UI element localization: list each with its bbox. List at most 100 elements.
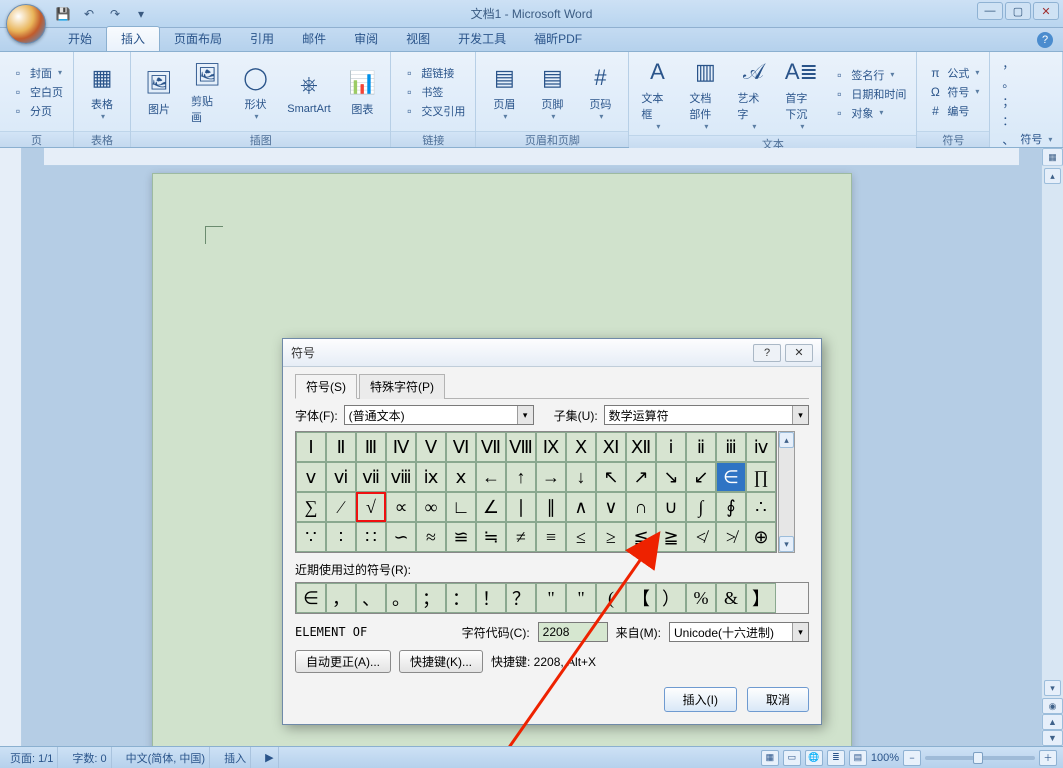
status-page[interactable]: 页面: 1/1: [6, 747, 58, 768]
recent-symbol-cell[interactable]: ？: [506, 583, 536, 613]
recent-symbol-cell[interactable]: 】: [746, 583, 776, 613]
browse-object-button[interactable]: ▲: [1042, 714, 1063, 730]
ruler-toggle[interactable]: ▦: [1042, 148, 1063, 166]
symbol-cell[interactable]: ∝: [386, 492, 416, 522]
prev-page-button[interactable]: ◉: [1042, 698, 1063, 714]
symbol-cell[interactable]: ∟: [446, 492, 476, 522]
symbol-cell[interactable]: ≈: [416, 522, 446, 552]
symbol-cell[interactable]: ↗: [626, 462, 656, 492]
recent-symbol-cell[interactable]: &: [716, 583, 746, 613]
symbol-cell[interactable]: Ⅰ: [296, 432, 326, 462]
tab-插入[interactable]: 插入: [106, 26, 160, 51]
symbol-cell[interactable]: ⅳ: [746, 432, 776, 462]
symbol-cell[interactable]: ←: [476, 462, 506, 492]
symbol-cell[interactable]: ⅷ: [386, 462, 416, 492]
ribbon-交叉引用[interactable]: ▫交叉引用: [397, 102, 469, 120]
cancel-button[interactable]: 取消: [747, 687, 809, 712]
symbol-cell[interactable]: ⅸ: [416, 462, 446, 492]
tab-审阅[interactable]: 审阅: [340, 27, 392, 51]
symbol-cell[interactable]: ↖: [596, 462, 626, 492]
symbol-cell[interactable]: Ⅴ: [416, 432, 446, 462]
recent-symbol-cell[interactable]: ": [536, 583, 566, 613]
tab-开发工具[interactable]: 开发工具: [444, 27, 520, 51]
status-words[interactable]: 字数: 0: [68, 747, 111, 768]
symbol-cell[interactable]: Ⅶ: [476, 432, 506, 462]
ribbon-页码[interactable]: #页码: [578, 60, 622, 123]
symbol-cell[interactable]: ∫: [686, 492, 716, 522]
view-print-layout[interactable]: ▦: [761, 750, 779, 766]
office-button[interactable]: [6, 4, 46, 44]
dialog-help-button[interactable]: ?: [753, 344, 781, 362]
symbol-cell[interactable]: Ⅹ: [566, 432, 596, 462]
symbol-cell[interactable]: ↘: [656, 462, 686, 492]
zoom-value[interactable]: 100%: [871, 752, 899, 764]
ribbon-日期和时间[interactable]: ▫日期和时间: [827, 85, 910, 103]
symbol-cell[interactable]: ∠: [476, 492, 506, 522]
ribbon-公式[interactable]: π公式: [923, 64, 983, 82]
scroll-down[interactable]: ▾: [779, 536, 794, 552]
symbol-cell[interactable]: ↓: [566, 462, 596, 492]
ribbon-编号[interactable]: #编号: [923, 102, 983, 120]
insert-button[interactable]: 插入(I): [664, 687, 737, 712]
qat-save[interactable]: 💾: [52, 4, 74, 24]
recent-symbol-cell[interactable]: 、: [356, 583, 386, 613]
view-outline[interactable]: ≣: [827, 750, 845, 766]
ribbon-图表[interactable]: 📊图表: [340, 65, 384, 119]
symbol-cell[interactable]: ⅲ: [716, 432, 746, 462]
tab-视图[interactable]: 视图: [392, 27, 444, 51]
symbol-cell[interactable]: ∥: [536, 492, 566, 522]
from-combo[interactable]: Unicode(十六进制)▾: [669, 622, 809, 642]
recent-symbol-cell[interactable]: ！: [476, 583, 506, 613]
symbol-cell[interactable]: ∕: [326, 492, 356, 522]
maximize-button[interactable]: ▢: [1005, 2, 1031, 20]
symbol-cell[interactable]: ∽: [386, 522, 416, 552]
symbol-cell[interactable]: Ⅵ: [446, 432, 476, 462]
recent-symbol-cell[interactable]: ，: [326, 583, 356, 613]
recent-symbol-cell[interactable]: ∈: [296, 583, 326, 613]
close-button[interactable]: ✕: [1033, 2, 1059, 20]
symbol-cell[interactable]: ⊕: [746, 522, 776, 552]
symbol-cell[interactable]: ∪: [656, 492, 686, 522]
symbol-cell[interactable]: ↑: [506, 462, 536, 492]
ribbon-表格[interactable]: ▦表格: [80, 60, 124, 123]
zoom-slider[interactable]: [925, 756, 1035, 760]
help-button[interactable]: ?: [1037, 32, 1053, 48]
view-web[interactable]: 🌐: [805, 750, 823, 766]
symbol-cell[interactable]: →: [536, 462, 566, 492]
symbol-cell[interactable]: ∑: [296, 492, 326, 522]
symbol-cell[interactable]: ∈: [716, 462, 746, 492]
tab-开始[interactable]: 开始: [54, 27, 106, 51]
symbol-cell[interactable]: ∣: [506, 492, 536, 522]
ribbon-封面[interactable]: ▫封面: [6, 64, 67, 82]
tab-页面布局[interactable]: 页面布局: [160, 27, 236, 51]
symbol-cell[interactable]: ∴: [746, 492, 776, 522]
qat-undo[interactable]: ↶: [78, 4, 100, 24]
ribbon-形状[interactable]: ◯形状: [234, 60, 278, 123]
symbol-grid[interactable]: ⅠⅡⅢⅣⅤⅥⅦⅧⅨⅩⅪⅫⅰⅱⅲⅳⅴⅵⅶⅷⅸⅹ←↑→↓↖↗↘↙∈∏∑∕√∝∞∟∠∣…: [295, 431, 777, 553]
recent-symbol-cell[interactable]: ；: [416, 583, 446, 613]
ribbon-SmartArt[interactable]: ⎈SmartArt: [282, 67, 337, 117]
symbol-cell[interactable]: ∞: [416, 492, 446, 522]
symbol-cell[interactable]: ∶: [326, 522, 356, 552]
ribbon-艺术字[interactable]: 𝒜艺术字: [731, 54, 775, 133]
symbol-cell[interactable]: Ⅻ: [626, 432, 656, 462]
ribbon-页脚[interactable]: ▤页脚: [530, 60, 574, 123]
ribbon-；[interactable]: ；: [996, 92, 1056, 110]
status-mode[interactable]: 插入: [220, 747, 251, 768]
dialog-close-button[interactable]: ✕: [785, 344, 813, 362]
dialog-titlebar[interactable]: 符号 ? ✕: [283, 339, 821, 367]
symbol-cell[interactable]: ⅴ: [296, 462, 326, 492]
recent-symbols[interactable]: ∈，、。；：！？""(【）%&】: [295, 582, 809, 614]
symbol-cell[interactable]: ⅵ: [326, 462, 356, 492]
symbol-cell[interactable]: ⅹ: [446, 462, 476, 492]
ribbon-对象[interactable]: ▫对象: [827, 104, 910, 122]
tab-邮件[interactable]: 邮件: [288, 27, 340, 51]
recent-symbol-cell[interactable]: (: [596, 583, 626, 613]
ribbon-，[interactable]: ，: [996, 54, 1056, 72]
symbol-cell[interactable]: ∨: [596, 492, 626, 522]
symbol-cell[interactable]: ≯: [716, 522, 746, 552]
ribbon-。[interactable]: 。: [996, 73, 1056, 91]
qat-redo[interactable]: ↷: [104, 4, 126, 24]
symbol-cell[interactable]: ⅶ: [356, 462, 386, 492]
dialog-tab-1[interactable]: 特殊字符(P): [359, 374, 445, 399]
